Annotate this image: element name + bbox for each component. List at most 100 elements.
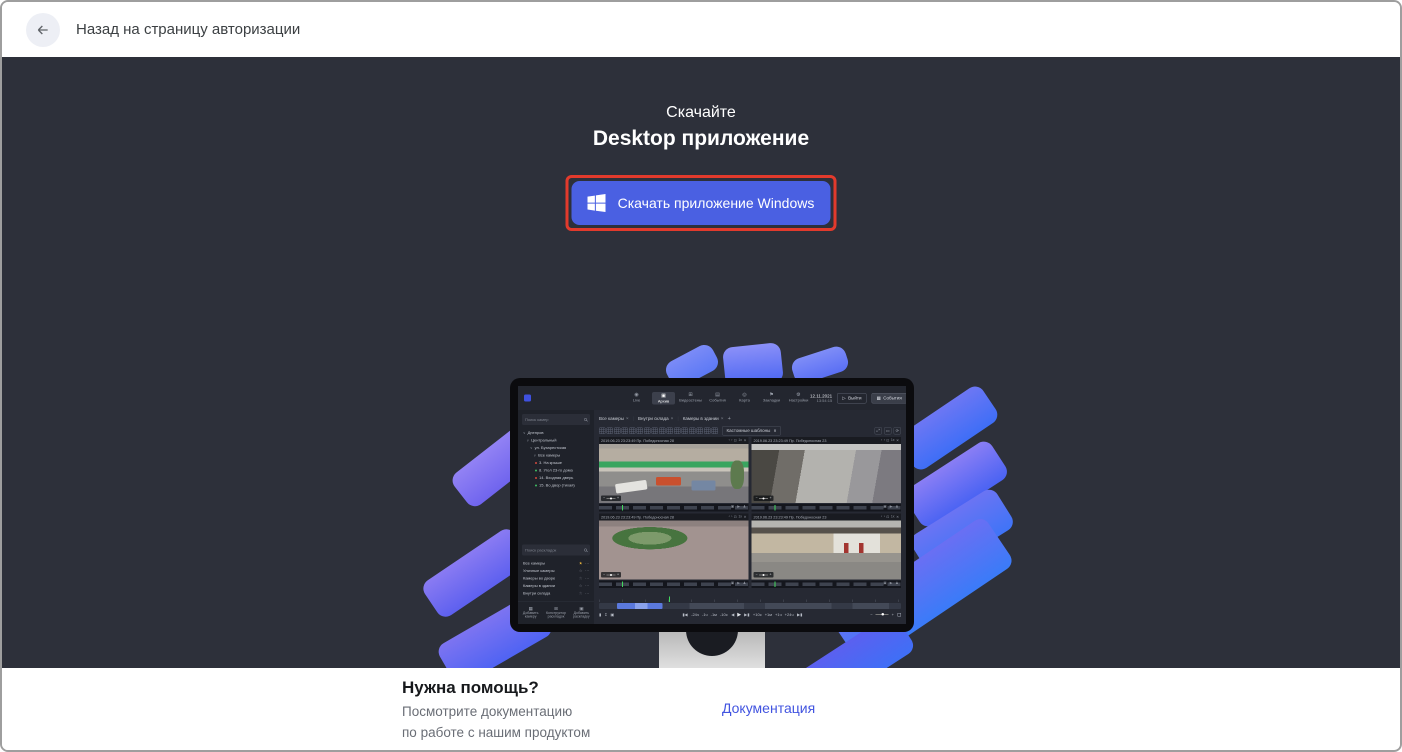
camera-tile: 2019.06.23 23:23:49 Пр. Победоносная 23‹… <box>752 514 902 580</box>
playback-controls: ▮↥▣ ▮◀ -24ч-1ч-1м-10с ◀▶▶▮ +10с+1м+1ч+24… <box>599 609 901 620</box>
vms-nav-map: ◎Карта <box>733 392 756 405</box>
vms-nav-events: ▤События <box>706 392 729 405</box>
help-title: Нужна помощь? <box>402 678 539 698</box>
step-back-icon: ◀ <box>731 612 734 617</box>
layout-search-input: Поиск раскладок <box>522 545 590 556</box>
zoom-control: −+ <box>754 496 774 502</box>
tab-separator: | <box>633 416 634 421</box>
tab: Камеры в здании✕ <box>683 416 724 421</box>
camera-search-input: Поиск камер <box>522 414 590 425</box>
top-bar: Назад на страницу авторизации <box>2 2 1400 57</box>
fast-forward-icon: ▶▮ <box>744 612 749 617</box>
custom-templates-dropdown: Кастомные шаблоны∨ <box>722 426 781 436</box>
next-icon: › <box>884 439 885 443</box>
chevron-down-icon: ∨ <box>773 428 776 434</box>
fullscreen-icon: ⊡ <box>886 439 889 443</box>
vms-nav-bar: ◉Live ▣Архив ⊞Видеостены ▤События ◎Карта… <box>518 386 906 410</box>
star-outline-icon: ☆ <box>579 576 583 581</box>
camera-feed: −+ <box>752 444 902 503</box>
help-subtitle-line1: Посмотрите документацию <box>402 704 572 719</box>
layout-item: Уличные камеры☆⋯ <box>518 567 594 575</box>
layout-item: Внутри склада☆⋯ <box>518 590 594 598</box>
status-dot-offline <box>535 462 537 464</box>
strip-icons: ▣ ▶ ♟ <box>731 581 747 585</box>
close-icon: ✕ <box>744 515 747 519</box>
view-tools: ⤢ ▭ ⟳ <box>875 427 902 435</box>
vms-datetime: 12.11.2021 13:54:15 <box>810 393 832 403</box>
download-button-label: Скачать приложение Windows <box>618 195 815 211</box>
plus-icon: + <box>892 612 894 617</box>
vms-body: Поиск камер ∨Днепров ∨Центральный ∨ул. Б… <box>518 410 906 624</box>
plus-icon: + <box>617 573 619 577</box>
fullscreen-icon: ⊡ <box>734 515 737 519</box>
timeline-track <box>599 603 901 609</box>
camera-tree: ∨Днепров ∨Центральный ∨ул. Бухарестская … <box>518 429 594 489</box>
camera-controls: ‹›⊡1x✕ <box>729 439 747 443</box>
camera-timeline-strip: ▣ ▶ ♟ <box>599 581 749 589</box>
status-dot-online <box>535 469 537 471</box>
close-icon: ✕ <box>744 439 747 443</box>
page-title: Desktop приложение <box>2 127 1400 151</box>
edit-tools: ▮↥▣ <box>599 612 614 617</box>
camera-grid: 2019.06.23 23:23:49 Пр. Победоносная 28‹… <box>599 437 901 596</box>
live-icon: ◉ <box>634 392 638 398</box>
monitor-stand <box>659 632 765 668</box>
expand-icon: ⤢ <box>875 427 883 435</box>
plus-icon: + <box>617 497 619 501</box>
camera-tile: 2019.06.23 23:23:49 Пр. Победоносная 28‹… <box>599 437 749 503</box>
vms-nav-bookmarks: ⚑Закладки <box>760 392 783 405</box>
chevron-down-icon: ∨ <box>530 446 533 450</box>
plus-icon: + <box>770 497 772 501</box>
tab-separator: | <box>678 416 679 421</box>
minus-icon: − <box>756 497 758 501</box>
back-link-label[interactable]: Назад на страницу авторизации <box>76 21 300 38</box>
tree-item-camera: 15. Во двор (тихая) <box>523 482 589 490</box>
camera-controls: ‹›⊡1x✕ <box>881 515 899 519</box>
vms-sidebar: Поиск камер ∨Днепров ∨Центральный ∨ул. Б… <box>518 410 594 624</box>
zoom-control: −+ <box>601 496 621 502</box>
exit-icon: ▷ <box>842 395 845 401</box>
status-dot-online <box>535 484 537 486</box>
strip-icons: ▣ ▶ ♟ <box>883 581 899 585</box>
layout-item: Камеры в здании☆⋯ <box>518 582 594 590</box>
more-icon: ⋯ <box>585 576 589 581</box>
camera-feed: −+ <box>599 444 749 503</box>
gear-icon: ⚙ <box>796 392 800 398</box>
highlight-annotation: Скачать приложение Windows <box>566 175 837 231</box>
minus-icon: − <box>603 497 605 501</box>
monitor-screen: ◉Live ▣Архив ⊞Видеостены ▤События ◎Карта… <box>518 386 906 624</box>
videowall-icon: ⊞ <box>688 392 692 398</box>
vms-nav-videowalls: ⊞Видеостены <box>679 392 702 405</box>
download-windows-button[interactable]: Скачать приложение Windows <box>572 181 831 225</box>
vms-main: Все камеры✕ | Внутри склада✕ | Камеры в … <box>594 410 906 624</box>
close-icon: ✕ <box>721 417 724 421</box>
marker-icon: ▮ <box>599 612 601 617</box>
layout-toolbar: Кастомные шаблоны∨ ⤢ ▭ ⟳ <box>599 424 901 437</box>
tree-item-camera: 8. Угол 23-го дома <box>523 467 589 475</box>
snapshot-icon: ▣ <box>611 612 615 617</box>
camera-feed: −+ <box>599 521 749 580</box>
documentation-link[interactable]: Документация <box>722 700 815 716</box>
close-icon: ✕ <box>896 515 899 519</box>
chevron-down-icon: ∨ <box>527 438 530 442</box>
refresh-icon: ⟳ <box>894 427 902 435</box>
back-button[interactable] <box>26 13 60 47</box>
close-icon: ✕ <box>626 417 629 421</box>
star-outline-icon: ☆ <box>579 584 583 589</box>
grid-layout-presets <box>599 427 718 434</box>
layout-item: Камеры во дворе☆⋯ <box>518 575 594 583</box>
jump-forward-group: +10с+1м+1ч+24ч <box>753 612 794 617</box>
add-layout-icon: ▣ <box>579 607 583 611</box>
camera-timeline-strip: ▣ ▶ ♟ <box>599 504 749 512</box>
zoom-control: −+ <box>754 572 774 578</box>
add-tab-icon: + <box>728 416 731 422</box>
tree-item: ∨ул. Бухарестская <box>523 444 589 452</box>
fullscreen-icon: ⊡ <box>734 439 737 443</box>
next-icon: › <box>884 515 885 519</box>
more-icon: ⋯ <box>585 561 589 566</box>
events-icon: ▤ <box>715 392 720 398</box>
layout-constructor-action: ⊞Конструктор раскладок <box>543 602 568 625</box>
search-icon <box>584 418 587 421</box>
vms-nav-live: ◉Live <box>625 392 648 405</box>
tree-item: ∨Все камеры <box>523 452 589 460</box>
